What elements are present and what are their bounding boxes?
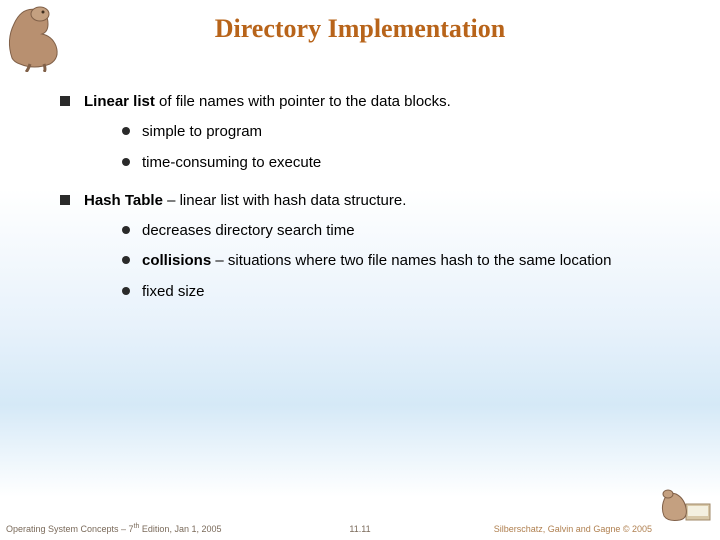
sub-bullet: time-consuming to execute <box>122 153 680 173</box>
square-bullet-icon <box>60 96 70 106</box>
bullet-text: Linear list of file names with pointer t… <box>84 92 451 112</box>
text: collisions – situations where two file n… <box>142 251 611 271</box>
bullet-linear-list: Linear list of file names with pointer t… <box>60 92 680 112</box>
text: Operating System Concepts – 7 <box>6 524 134 534</box>
footer-right: Silberschatz, Galvin and Gagne © 2005 <box>494 524 652 534</box>
text: – situations where two file names hash t… <box>211 252 611 269</box>
text: simple to program <box>142 122 262 142</box>
slide-footer: Operating System Concepts – 7th Edition,… <box>0 518 720 534</box>
sub-list: simple to program time-consuming to exec… <box>122 122 680 173</box>
text: time-consuming to execute <box>142 153 321 173</box>
dot-bullet-icon <box>122 287 130 295</box>
text: fixed size <box>142 282 205 302</box>
dot-bullet-icon <box>122 256 130 264</box>
footer-center: 11.11 <box>349 524 370 534</box>
text: Edition, Jan 1, 2005 <box>139 524 221 534</box>
bold-term: Linear list <box>84 93 155 110</box>
text: of file names with pointer to the data b… <box>155 93 451 110</box>
text: – linear list with hash data structure. <box>163 192 406 209</box>
sub-bullet: decreases directory search time <box>122 221 680 241</box>
bullet-hash-table: Hash Table – linear list with hash data … <box>60 191 680 211</box>
dot-bullet-icon <box>122 226 130 234</box>
slide: Directory Implementation Linear list of … <box>0 0 720 540</box>
dot-bullet-icon <box>122 158 130 166</box>
slide-content: Linear list of file names with pointer t… <box>60 92 680 320</box>
text: decreases directory search time <box>142 221 355 241</box>
sub-bullet: simple to program <box>122 122 680 142</box>
slide-title: Directory Implementation <box>0 14 720 44</box>
footer-left: Operating System Concepts – 7th Edition,… <box>6 523 221 534</box>
sub-list: decreases directory search time collisio… <box>122 221 680 302</box>
bold-term: collisions <box>142 252 211 269</box>
bullet-text: Hash Table – linear list with hash data … <box>84 191 406 211</box>
sub-bullet: collisions – situations where two file n… <box>122 251 680 271</box>
dot-bullet-icon <box>122 127 130 135</box>
square-bullet-icon <box>60 195 70 205</box>
sub-bullet: fixed size <box>122 282 680 302</box>
bold-term: Hash Table <box>84 192 163 209</box>
